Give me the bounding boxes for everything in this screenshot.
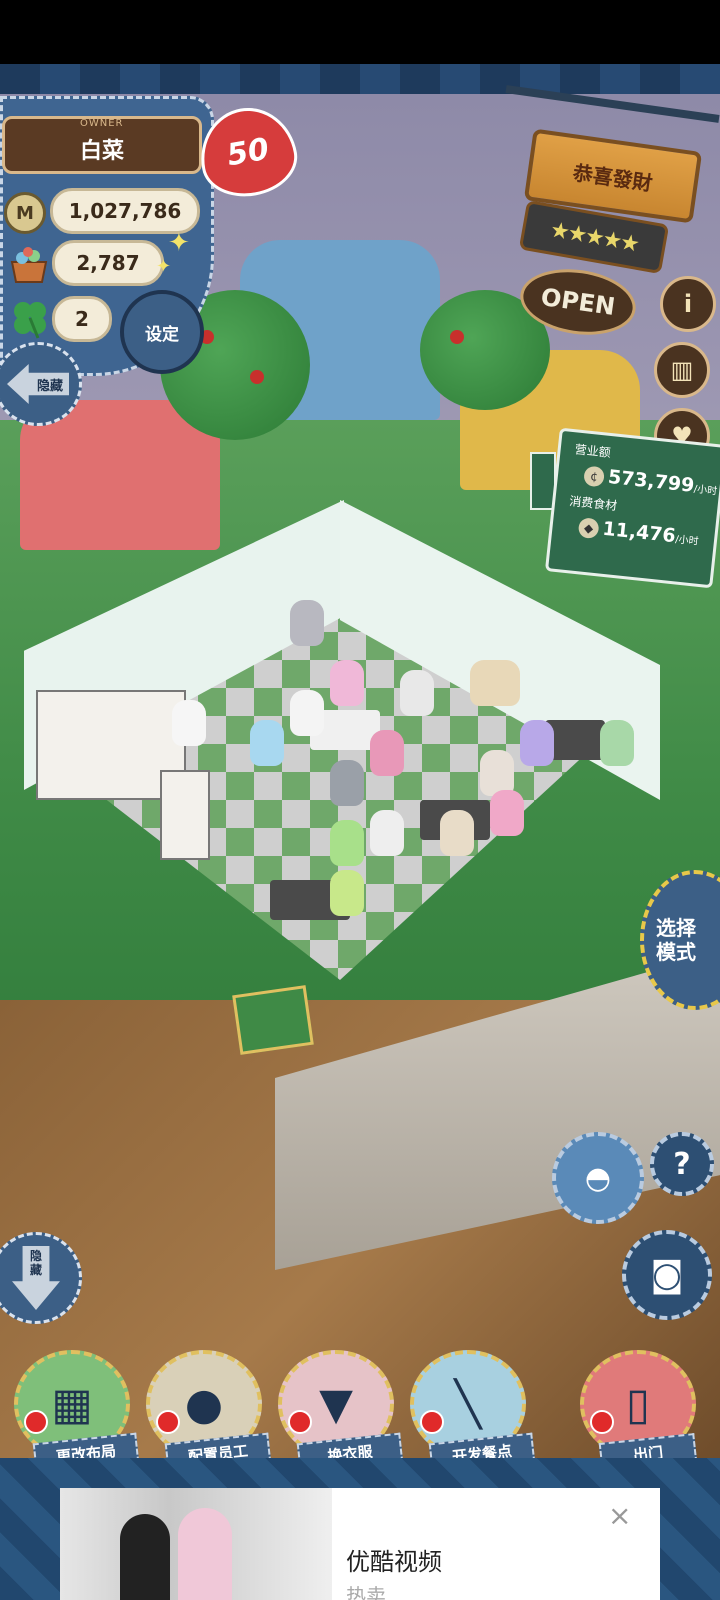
staff-bear[interactable] [172,700,206,746]
close-icon[interactable]: × [608,1502,631,1530]
info-button[interactable]: i [660,276,716,332]
staff-config-button[interactable]: ● 配置员工 [146,1350,272,1474]
customer-bear[interactable] [330,870,364,916]
pin-icon [420,1410,444,1434]
customer-bear[interactable] [400,670,434,716]
ad-person [120,1514,170,1600]
shop-name: 恭喜發財 [571,160,655,195]
table-icon: ▦ [51,1378,93,1430]
change-clothes-button[interactable]: ▼ 换衣服 [278,1350,404,1474]
customer-bear[interactable] [370,730,404,776]
ad-title[interactable]: 优酷视频 [346,1542,442,1577]
go-out-button[interactable]: ▯ 出门 [580,1350,698,1473]
pin-icon [590,1410,614,1434]
cow-customer[interactable] [470,660,520,706]
ad-image[interactable] [60,1488,332,1600]
left-arrow-icon: 隐藏 [7,364,69,404]
customer-bear[interactable] [600,720,634,766]
customer-bear[interactable] [370,810,404,856]
customer-bear[interactable] [520,720,554,766]
hide-bottom-label-1: 隐 [29,1249,42,1263]
pin-icon [156,1410,180,1434]
consumption-number: 11,476 [601,517,677,548]
down-arrow-icon: 隐 藏 [12,1246,60,1310]
settings-label: 设定 [145,324,179,345]
apple [250,370,264,384]
camera-button[interactable]: ◙ [622,1230,712,1320]
fridge[interactable] [160,770,210,860]
top-black-bar [0,0,720,64]
clover-icon [14,302,46,339]
ufo-icon: ◓ [584,1160,612,1196]
revenue-board[interactable]: 营业额 ¢ 573,799/小时 消费食材 ◆ 11,476/小时 [544,427,720,589]
customer-bear[interactable] [490,790,524,836]
customer-bear[interactable] [330,760,364,806]
pin-icon [288,1410,312,1434]
owner-name: 白菜 [79,139,124,164]
change-layout-button[interactable]: ▦ 更改布局 [14,1350,140,1474]
clover-counter: 2 [52,296,112,342]
pin-icon [24,1410,48,1434]
open-status-label: OPEN [539,282,617,322]
staff-bear[interactable] [290,690,324,736]
settings-button[interactable]: 设定 [120,290,204,374]
develop-dish-button[interactable]: ╲ 开发餐点 [410,1350,536,1474]
top-star-border [0,64,720,94]
customer-bear[interactable] [250,720,284,766]
ad-person [178,1508,232,1600]
hide-top-label: 隐藏 [36,378,63,394]
camera-icon: ◙ [650,1255,684,1295]
ingredients-basket-icon [10,247,48,283]
ingredients-icon: ◆ [577,517,600,540]
ingredients-counter: 2,787 [52,240,164,286]
shirt-icon: ▼ [319,1378,353,1430]
book-icon: ▥ [670,356,694,384]
hide-bottom-label-2: 藏 [29,1262,42,1277]
staff-bear[interactable] [290,600,324,646]
customer-bear[interactable] [440,810,474,856]
info-icon: i [683,290,693,318]
customer-bear[interactable] [330,820,364,866]
bear-head-icon: ● [184,1378,224,1430]
level-number: 50 [224,131,272,173]
sales-label: 营业额 [574,442,612,461]
knife-icon: ╲ [454,1378,482,1430]
mode-label-line1: 选择 [656,916,696,940]
visitor-ufo-button[interactable]: ◓ [552,1132,644,1224]
apple [450,330,464,344]
sales-value: 573,799/小时 [607,466,719,499]
dining-table[interactable] [545,720,605,760]
floor-sign-board[interactable] [232,985,314,1055]
consumption-unit: /小时 [674,534,700,548]
sparkle-icon: ✦ [168,228,190,258]
coin-icon: ¢ [583,465,606,488]
owner-label: OWNER [80,118,124,129]
sales-number: 573,799 [606,465,696,497]
ad-banner[interactable]: 优酷视频 热卖 × [60,1488,660,1600]
mode-label-line2: 模式 [656,940,696,964]
door-icon: ▯ [625,1378,651,1430]
sparkle-icon: ✦ [156,256,172,277]
help-button[interactable]: ? [650,1132,714,1196]
money-coin-icon: M [4,192,46,234]
consumption-label: 消费食材 [568,494,618,513]
ad-subtitle: 热卖 [346,1584,386,1600]
customer-bear[interactable] [330,660,364,706]
consumption-value: 11,476/小时 [602,518,700,550]
recipe-book-button[interactable]: ▥ [654,342,710,398]
sales-unit: /小时 [693,483,718,498]
question-icon: ? [673,1146,691,1182]
